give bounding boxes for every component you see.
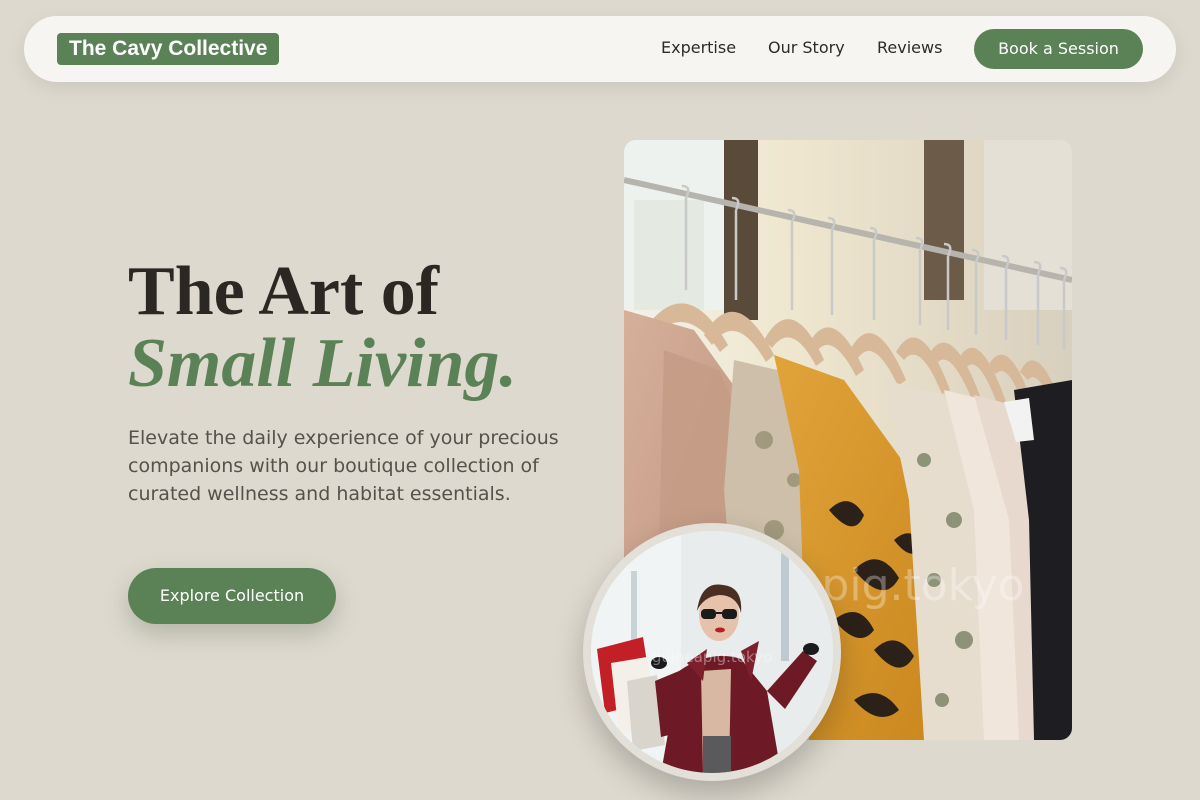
nav-link-reviews[interactable]: Reviews [877, 38, 942, 58]
shopper-illustration [591, 531, 833, 773]
shopper-photo: guineapig.tokyo [591, 531, 833, 773]
hero-description: Elevate the daily experience of your pre… [128, 427, 559, 505]
shopper-photo-frame: guineapig.tokyo [583, 523, 841, 781]
nav-link-expertise[interactable]: Expertise [661, 38, 736, 58]
book-session-button[interactable]: Book a Session [974, 29, 1143, 69]
site-header: The Cavy Collective Expertise Our Story … [24, 16, 1176, 82]
explore-collection-button[interactable]: Explore Collection [128, 568, 336, 624]
hero-title-line-2: Small Living. [128, 325, 517, 402]
nav-link-our-story[interactable]: Our Story [768, 38, 845, 58]
brand-logo[interactable]: The Cavy Collective [57, 33, 280, 65]
hero-title-line-1: The Art of [128, 253, 440, 330]
